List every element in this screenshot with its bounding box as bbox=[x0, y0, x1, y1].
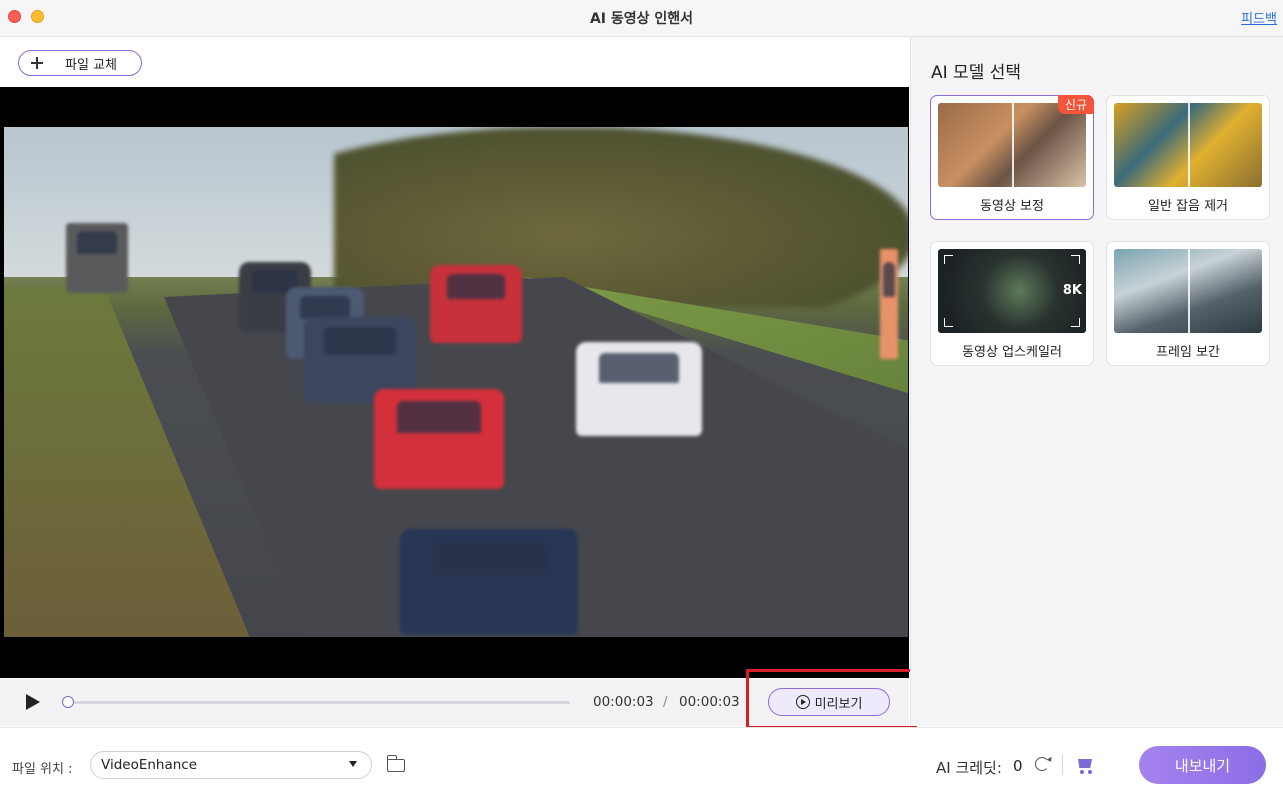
folder-icon[interactable] bbox=[386, 755, 405, 772]
file-location-select[interactable]: VideoEnhance bbox=[90, 751, 372, 779]
model-card-frame-interpolation[interactable]: 프레임 보간 bbox=[1106, 241, 1270, 366]
ai-credit-value: 0 bbox=[1013, 757, 1023, 775]
model-card-video-enhance[interactable]: 신규 동영상 보정 bbox=[930, 95, 1094, 220]
model-card-upscaler[interactable]: 8K 동영상 업스케일러 bbox=[930, 241, 1094, 366]
editor-pane: 파일 교체 00:00:03 / 00:00:03 미리보기 bbox=[0, 37, 909, 798]
model-card-label: 프레임 보간 bbox=[1156, 345, 1220, 360]
title-bar: AI 동영상 인핸서 피드백 bbox=[0, 0, 1283, 37]
preview-play-icon bbox=[795, 695, 810, 709]
chevron-down-icon bbox=[349, 761, 357, 767]
model-card-denoise[interactable]: 일반 잡음 제거 bbox=[1106, 95, 1270, 220]
play-icon[interactable] bbox=[26, 694, 40, 710]
preview-button[interactable]: 미리보기 bbox=[768, 688, 890, 716]
export-button[interactable]: 내보내기 bbox=[1139, 746, 1266, 784]
current-time: 00:00:03 bbox=[593, 694, 654, 710]
file-location-label: 파일 위치 : bbox=[12, 762, 73, 777]
model-panel-title: AI 모델 선택 bbox=[931, 63, 1022, 83]
timeline-knob[interactable] bbox=[62, 696, 74, 708]
timeline-track[interactable] bbox=[68, 701, 570, 704]
time-separator: / bbox=[663, 694, 668, 710]
playback-controls: 00:00:03 / 00:00:03 미리보기 bbox=[0, 678, 909, 726]
model-thumbnail bbox=[938, 103, 1086, 187]
8k-tag: 8K bbox=[1062, 283, 1082, 298]
cart-icon[interactable] bbox=[1076, 759, 1092, 774]
app-title: AI 동영상 인핸서 bbox=[589, 11, 694, 27]
feedback-link[interactable]: 피드백 bbox=[1241, 8, 1277, 27]
model-thumbnail bbox=[1114, 249, 1262, 333]
model-card-label: 동영상 업스케일러 bbox=[962, 345, 1062, 360]
ai-credit-label: AI 크레딧: bbox=[936, 759, 1002, 777]
replace-file-label: 파일 교체 bbox=[65, 57, 117, 73]
video-preview bbox=[0, 87, 909, 678]
model-card-label: 동영상 보정 bbox=[980, 199, 1044, 214]
model-card-label: 일반 잡음 제거 bbox=[1147, 199, 1229, 214]
plus-icon bbox=[31, 57, 43, 69]
file-location-value: VideoEnhance bbox=[101, 757, 198, 773]
new-badge: 신규 bbox=[1057, 95, 1094, 114]
preview-label: 미리보기 bbox=[814, 696, 863, 712]
refresh-icon[interactable] bbox=[1035, 757, 1049, 771]
bottom-bar: 파일 위치 : VideoEnhance AI 크레딧: 0 내보내기 bbox=[0, 727, 1283, 799]
replace-file-button[interactable]: 파일 교체 bbox=[18, 50, 142, 76]
divider bbox=[1062, 755, 1063, 775]
model-thumbnail: 8K bbox=[938, 249, 1086, 333]
video-frame bbox=[4, 127, 908, 637]
model-thumbnail bbox=[1114, 103, 1262, 187]
total-time: 00:00:03 bbox=[679, 694, 740, 710]
model-panel: AI 모델 선택 신규 동영상 보정 일반 잡음 제거 8K 동영상 업스케일러… bbox=[910, 37, 1283, 726]
